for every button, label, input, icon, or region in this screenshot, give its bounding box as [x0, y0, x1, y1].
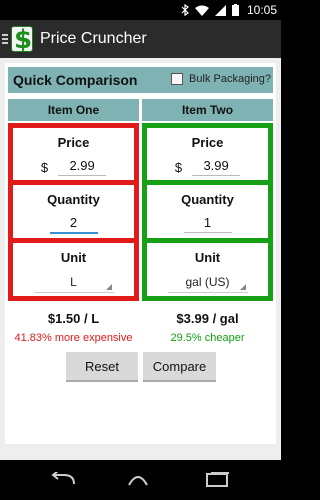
app-logo[interactable]: $: [11, 26, 33, 52]
recents-icon[interactable]: [205, 472, 231, 488]
item-one-column: Item One Price $ 2.99 Quantity 2 Unit L: [8, 99, 139, 301]
app-title: Price Cruncher: [40, 30, 147, 47]
item-one-comparison-note: 41.83% more expensive: [14, 332, 133, 344]
status-bar: 10:05: [0, 0, 281, 20]
bluetooth-icon: [181, 4, 189, 16]
item-two-unit-rate: $3.99 / gal: [176, 311, 239, 326]
bulk-packaging-label: Bulk Packaging?: [189, 73, 271, 85]
item-one-header: Item One: [8, 99, 139, 121]
bulk-packaging-checkbox[interactable]: [171, 73, 184, 85]
item-two-price-input[interactable]: 3.99: [192, 158, 241, 176]
item-one-quantity-label: Quantity: [47, 192, 100, 207]
item-two-comparison-note: 29.5% cheaper: [170, 332, 245, 344]
item-two-column: Item Two Price $ 3.99 Quantity 1 Unit ga…: [142, 99, 273, 301]
item-two-price-label: Price: [191, 135, 224, 150]
item-two-quantity-label: Quantity: [181, 192, 234, 207]
home-icon[interactable]: [125, 472, 151, 488]
item-one-frame: Price $ 2.99 Quantity 2 Unit L: [8, 123, 139, 301]
main-content: Quick Comparison Bulk Packaging? Item On…: [0, 58, 281, 460]
item-two-result: $3.99 / gal 29.5% cheaper: [142, 311, 273, 344]
quick-comparison-title: Quick Comparison: [13, 72, 138, 88]
drawer-menu-icon[interactable]: [0, 20, 10, 58]
action-bar: $ Price Cruncher: [0, 20, 281, 58]
item-one-currency: $: [40, 159, 49, 175]
item-two-unit-label: Unit: [194, 250, 221, 265]
item-one-price-cell: Price $ 2.99: [13, 128, 134, 180]
item-one-quantity-cell: Quantity 2: [13, 185, 134, 238]
reset-button[interactable]: Reset: [66, 352, 138, 382]
item-one-result: $1.50 / L 41.83% more expensive: [8, 311, 139, 344]
back-icon[interactable]: [50, 472, 76, 488]
item-two-header: Item Two: [142, 99, 273, 121]
item-two-unit-value: gal (US): [185, 275, 230, 289]
item-one-unit-label: Unit: [60, 250, 87, 265]
item-one-unit-value: L: [70, 275, 77, 289]
item-one-price-label: Price: [57, 135, 90, 150]
item-one-unit-rate: $1.50 / L: [47, 311, 100, 326]
item-two-quantity-input[interactable]: 1: [183, 215, 232, 233]
item-one-price-input[interactable]: 2.99: [58, 158, 107, 176]
logo-dollar-glyph: $: [14, 26, 33, 52]
system-nav-bar: [0, 460, 281, 500]
item-one-unit-cell: Unit L: [13, 243, 134, 296]
comparison-card: Quick Comparison Bulk Packaging? Item On…: [5, 63, 276, 444]
status-icons: 10:05: [181, 3, 277, 17]
item-two-unit-cell: Unit gal (US): [147, 243, 268, 296]
item-one-quantity-input[interactable]: 2: [49, 215, 98, 234]
item-one-unit-select[interactable]: L: [33, 273, 114, 293]
battery-icon: [231, 4, 239, 16]
item-two-price-cell: Price $ 3.99: [147, 128, 268, 180]
bulk-packaging-toggle[interactable]: Bulk Packaging?: [171, 73, 271, 85]
item-two-quantity-cell: Quantity 1: [147, 185, 268, 238]
wifi-icon: [194, 5, 209, 16]
dropdown-triangle-icon: [105, 284, 112, 290]
signal-icon: [214, 4, 226, 16]
item-two-frame: Price $ 3.99 Quantity 1 Unit gal (US): [142, 123, 273, 301]
dropdown-triangle-icon: [239, 284, 246, 290]
item-two-unit-select[interactable]: gal (US): [167, 273, 248, 293]
item-two-currency: $: [174, 159, 183, 175]
compare-button[interactable]: Compare: [143, 352, 216, 382]
status-clock: 10:05: [246, 3, 277, 17]
quick-comparison-header: Quick Comparison Bulk Packaging?: [8, 67, 273, 93]
